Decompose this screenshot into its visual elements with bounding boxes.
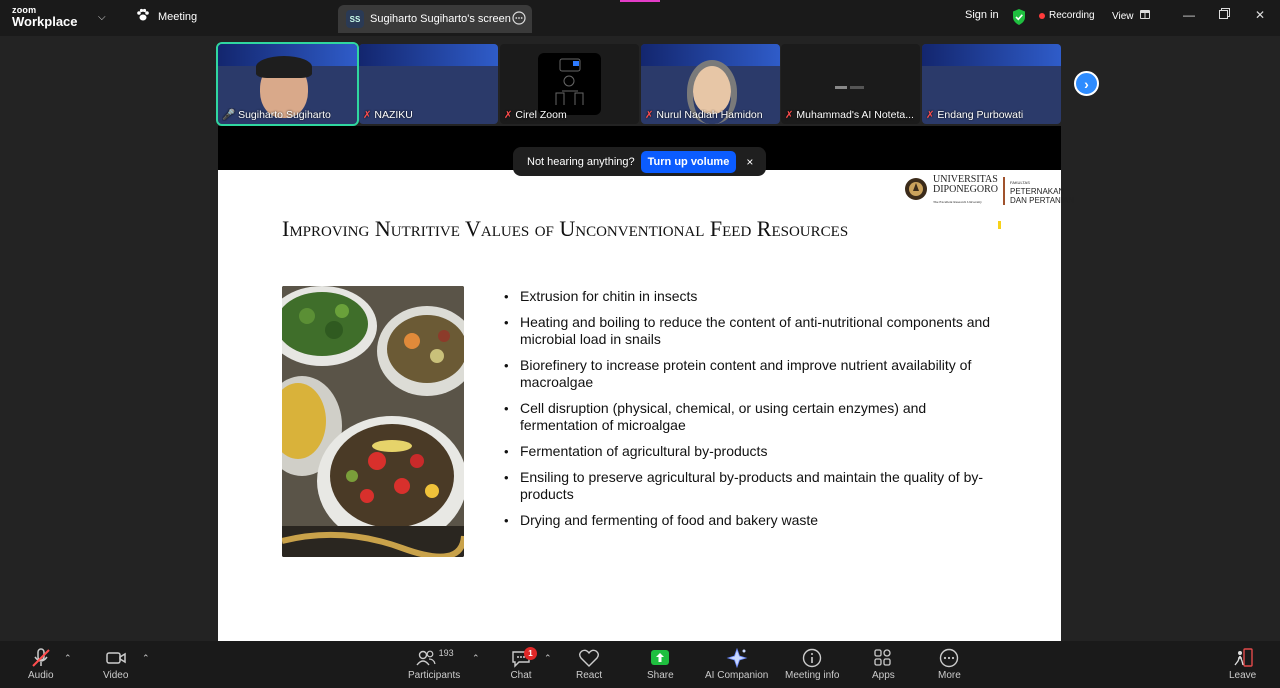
slide-header-strip — [359, 44, 498, 66]
list-item: Ensiling to preserve agricultural by-pro… — [504, 469, 994, 503]
participants-count: 193 — [438, 648, 454, 658]
tab-shared-screen[interactable]: SS Sugiharto Sugiharto's screen — [338, 5, 532, 33]
university-name: UNIVERSITAS DIPONEGORO — [933, 174, 998, 195]
grid-view-icon — [1139, 10, 1150, 22]
view-button[interactable]: View — [1112, 10, 1150, 22]
university-seal-icon — [904, 176, 928, 207]
participant-tile[interactable]: ✗ Muhammad's AI Noteta... — [781, 44, 920, 124]
audio-options-chevron-icon[interactable]: ⌃ — [64, 653, 72, 664]
next-page-chevron-icon[interactable]: › — [1074, 71, 1099, 96]
apps-icon — [874, 649, 892, 666]
list-item: Cell disruption (physical, chemical, or … — [504, 400, 994, 434]
tldv-logo — [835, 78, 865, 89]
mic-muted-icon — [32, 648, 50, 667]
chat-options-chevron-icon[interactable]: ⌃ — [544, 653, 552, 664]
participant-name: ✗ Endang Purbowati — [926, 109, 1024, 121]
participant-tile[interactable]: 🎤 Sugiharto Sugiharto — [216, 42, 359, 126]
participants-button[interactable]: 193 Participants — [408, 648, 460, 681]
participants-options-chevron-icon[interactable]: ⌃ — [472, 653, 480, 664]
more-button[interactable]: More — [938, 648, 961, 681]
participant-name: ✗ Nurul Nadiah Hamidon — [645, 109, 763, 121]
tab-indicator — [620, 0, 660, 2]
audio-notice-text: Not hearing anything? — [527, 155, 635, 168]
slide-header-strip — [922, 44, 1061, 66]
tab-meeting-label: Meeting — [158, 10, 198, 23]
list-item: Heating and boiling to reduce the conten… — [504, 314, 994, 348]
ai-companion-button[interactable]: AI Companion — [705, 648, 768, 681]
video-options-chevron-icon[interactable]: ⌃ — [142, 653, 150, 664]
record-dot-icon — [1039, 12, 1045, 19]
workplace-logo-text: Workplace — [12, 14, 78, 29]
app-menu-chevron-icon[interactable]: ⌵ — [98, 12, 106, 23]
react-button[interactable]: React — [576, 648, 602, 681]
mic-muted-icon: ✗ — [645, 109, 654, 121]
faculty-label: FAKULTAS — [1010, 179, 1030, 185]
leave-door-icon — [1234, 648, 1253, 667]
participant-name: ✗ Muhammad's AI Noteta... — [785, 109, 914, 121]
participant-name: ✗ NAZIKU — [363, 109, 413, 121]
recording-indicator[interactable]: Recording — [1039, 10, 1095, 21]
leave-button[interactable]: Leave — [1229, 648, 1256, 681]
close-window-icon[interactable]: ✕ — [1255, 8, 1265, 22]
shared-slide: UNIVERSITAS DIPONEGORO The Excellent Res… — [218, 170, 1074, 641]
hair-shape — [256, 56, 312, 78]
turn-up-volume-button[interactable]: Turn up volume — [640, 150, 737, 173]
restore-icon[interactable] — [1219, 8, 1230, 22]
audio-button[interactable]: Audio — [28, 648, 54, 681]
meeting-toolbar — [0, 641, 1280, 688]
participant-tile[interactable]: ✗ Endang Purbowati — [922, 44, 1061, 124]
list-item: Extrusion for chitin in insects — [504, 288, 994, 305]
mic-muted-icon: ✗ — [926, 109, 935, 121]
university-tagline: The Excellent Research University — [933, 200, 982, 204]
paw-icon — [136, 8, 150, 25]
slide-title: Improving Nutritive Values of Unconventi… — [282, 216, 849, 241]
audio-notice-banner: Not hearing anything? Turn up volume × — [513, 147, 766, 176]
close-icon[interactable]: × — [746, 155, 753, 169]
mic-muted-icon: ✗ — [363, 109, 372, 121]
sharer-initials-badge: SS — [346, 10, 364, 28]
participants-icon — [416, 650, 436, 666]
participant-tile[interactable]: ✗ NAZIKU — [359, 44, 498, 124]
mic-on-icon: 🎤 — [222, 109, 236, 121]
list-item: Biorefinery to increase protein content … — [504, 357, 994, 391]
participant-tile[interactable]: ✗ Cirel Zoom — [500, 44, 639, 124]
chat-unread-badge: 1 — [524, 647, 537, 660]
heart-icon — [579, 649, 600, 667]
video-camera-icon — [105, 652, 126, 664]
share-button[interactable]: Share — [647, 648, 674, 681]
participant-name: 🎤 Sugiharto Sugiharto — [222, 108, 331, 122]
more-options-icon[interactable] — [512, 10, 526, 28]
list-item: Drying and fermenting of food and bakery… — [504, 512, 994, 529]
list-item: Fermentation of agricultural by-products — [504, 443, 994, 460]
recording-label: Recording — [1049, 10, 1095, 21]
meeting-info-button[interactable]: Meeting info — [785, 648, 839, 681]
food-waste-photo — [282, 286, 464, 557]
mic-muted-icon: ✗ — [785, 109, 794, 121]
more-icon — [940, 648, 959, 668]
security-shield-icon[interactable] — [1012, 9, 1026, 30]
apps-button[interactable]: Apps — [872, 648, 895, 681]
minimize-icon[interactable]: — — [1183, 8, 1195, 22]
bullet-list: Extrusion for chitin in insects Heating … — [504, 288, 994, 538]
university-logo: UNIVERSITAS DIPONEGORO The Excellent Res… — [904, 175, 1074, 207]
avatar — [538, 53, 601, 115]
participant-name: ✗ Cirel Zoom — [504, 109, 567, 121]
video-button[interactable]: Video — [103, 648, 128, 681]
view-label: View — [1112, 10, 1134, 22]
faculty-name: PETERNAKAN DAN PERTANIAN — [1010, 186, 1075, 205]
tab-meeting[interactable]: Meeting — [136, 8, 197, 25]
tab-shared-screen-label: Sugiharto Sugiharto's screen — [370, 13, 511, 25]
logo-divider — [1003, 177, 1005, 205]
sparkle-icon — [726, 648, 748, 668]
share-screen-icon — [651, 650, 670, 665]
info-icon — [803, 648, 822, 668]
mic-muted-icon: ✗ — [504, 109, 513, 121]
pointer-cursor — [998, 221, 1001, 229]
participant-tile[interactable]: ✗ Nurul Nadiah Hamidon — [641, 44, 780, 124]
sign-in-link[interactable]: Sign in — [965, 9, 999, 21]
